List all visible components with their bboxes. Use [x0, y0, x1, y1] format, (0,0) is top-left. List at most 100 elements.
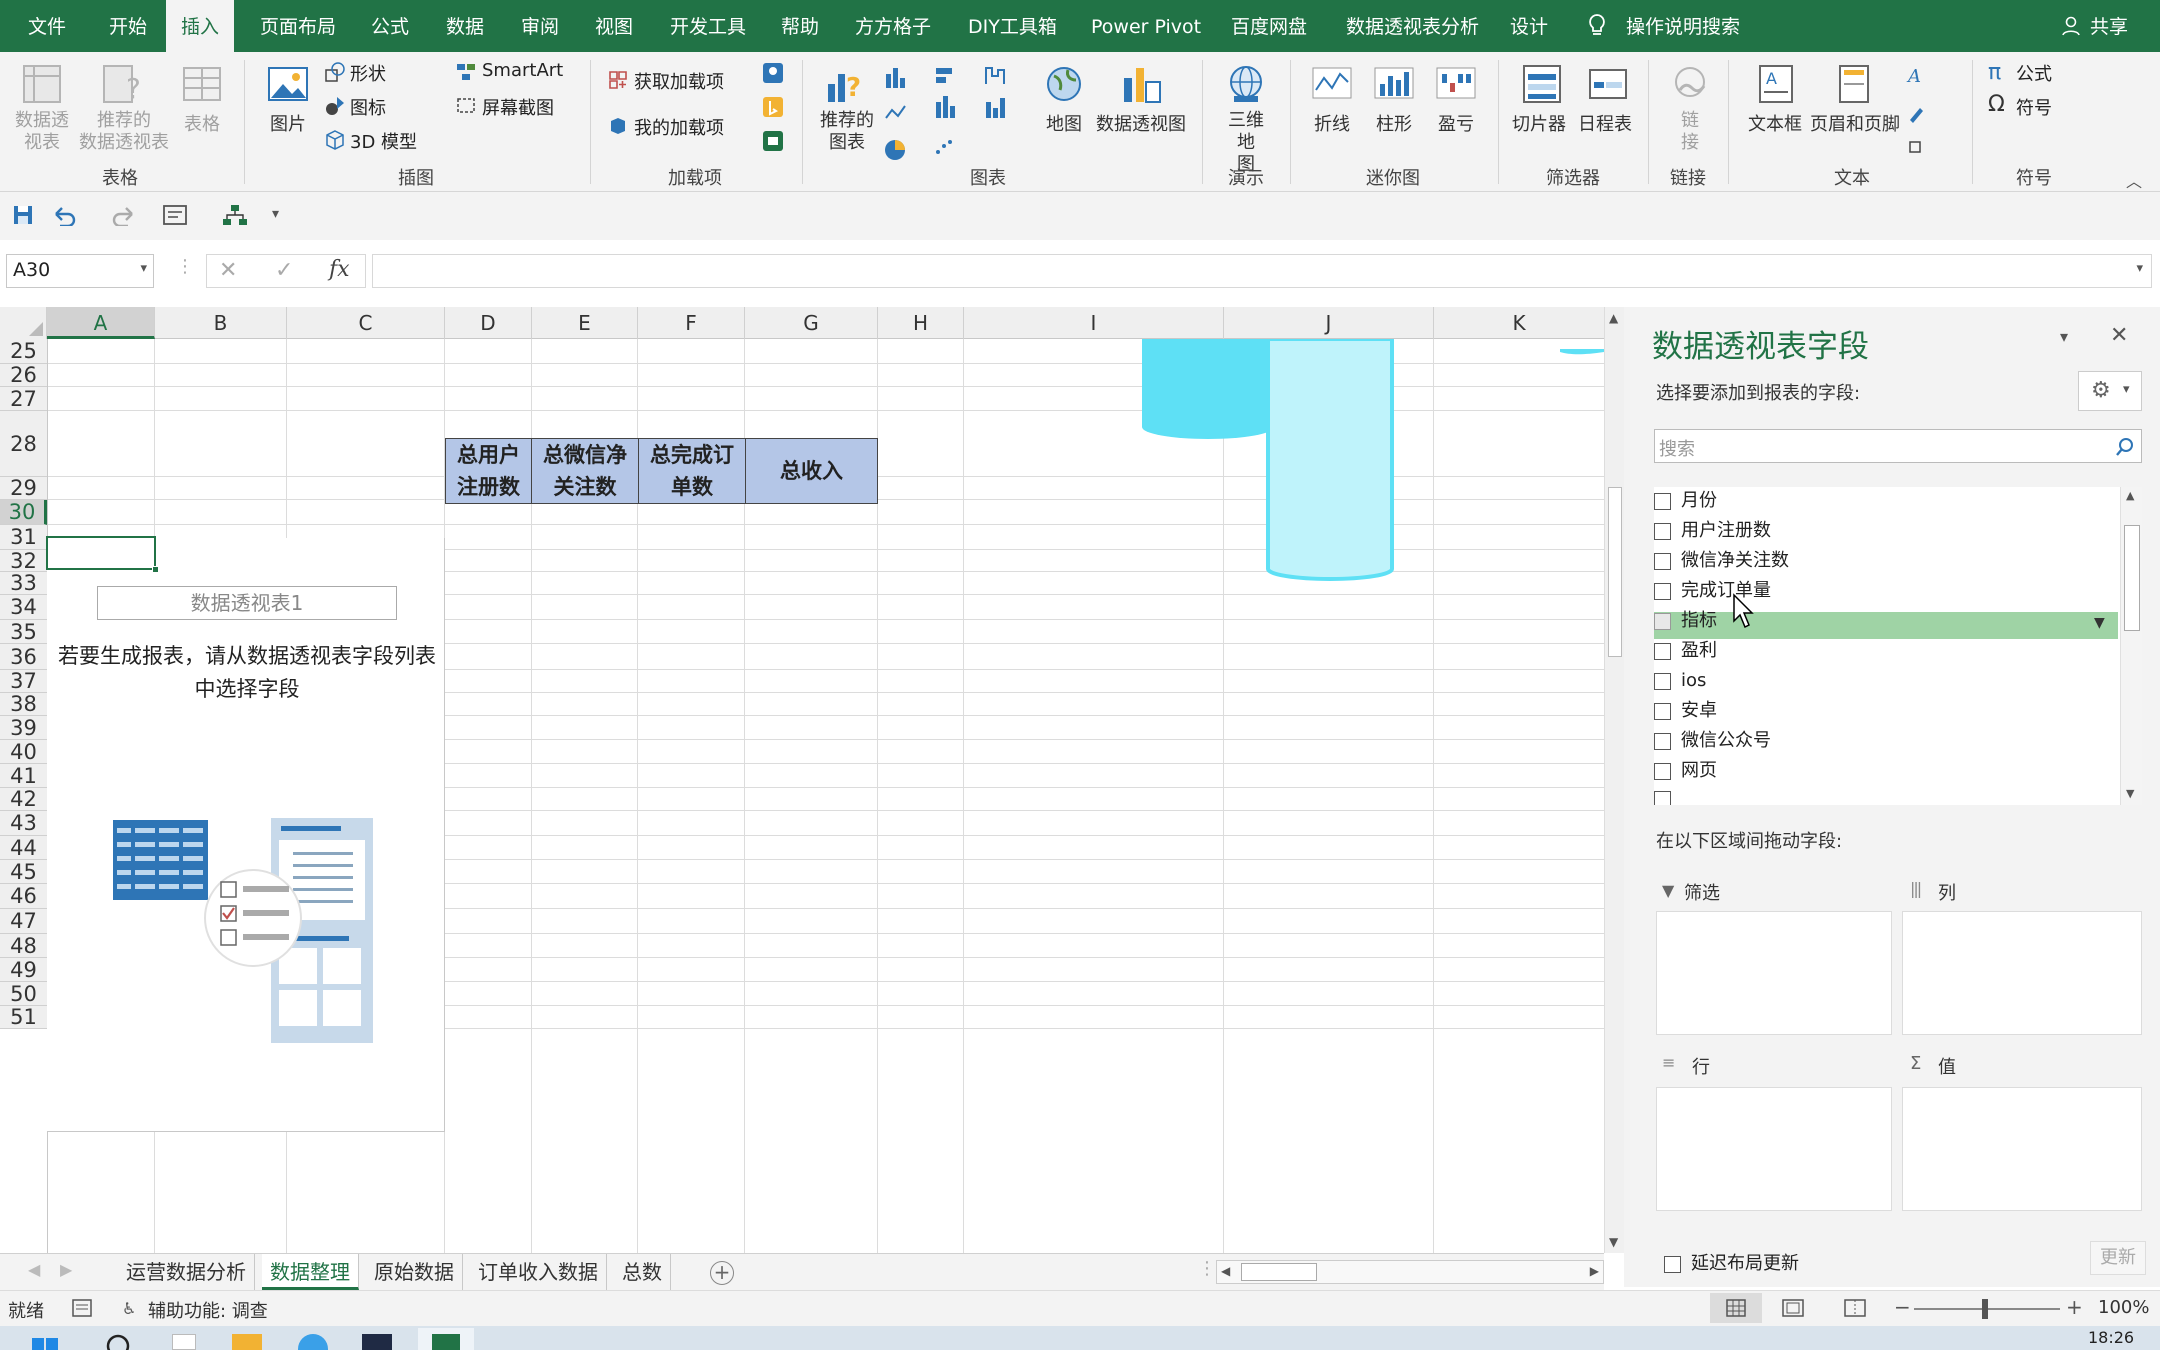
- smartart-button[interactable]: SmartArt: [482, 60, 563, 81]
- rows-zone[interactable]: [1656, 1087, 1892, 1211]
- checkbox[interactable]: [1654, 582, 1671, 600]
- vertical-scrollbar[interactable]: ▲ ▼: [1604, 307, 1624, 1253]
- tab-review[interactable]: 审阅: [519, 0, 561, 52]
- column-header-k[interactable]: K: [1434, 307, 1604, 339]
- row-header[interactable]: 44: [0, 836, 47, 860]
- tab-help[interactable]: 帮助: [779, 0, 821, 52]
- header-total-revenue[interactable]: 总收入: [745, 438, 878, 504]
- slicer-button[interactable]: 切片器: [1512, 110, 1566, 136]
- zoom-level[interactable]: 100%: [2098, 1297, 2149, 1318]
- cancel-icon[interactable]: ✕: [219, 258, 237, 283]
- tab-pivot-analyze[interactable]: 数据透视表分析: [1344, 0, 1481, 52]
- column-header-f[interactable]: F: [638, 307, 745, 339]
- row-header[interactable]: 41: [0, 764, 47, 788]
- scroll-right-icon[interactable]: ▶: [1590, 1264, 1599, 1278]
- values-zone[interactable]: [1902, 1087, 2142, 1211]
- column-header-g[interactable]: G: [745, 307, 878, 339]
- icons-button[interactable]: 图标: [350, 94, 386, 120]
- textbox-button[interactable]: 文本框: [1748, 110, 1802, 136]
- checkbox[interactable]: [1654, 732, 1671, 750]
- field-item-android[interactable]: 安卓: [1654, 697, 1717, 725]
- checkbox[interactable]: [1654, 672, 1671, 690]
- fill-handle[interactable]: [152, 566, 159, 573]
- link-button[interactable]: 链 接: [1680, 110, 1700, 154]
- name-box[interactable]: A30 ▾: [6, 254, 154, 288]
- scroll-up-icon[interactable]: ▲: [1609, 311, 1618, 325]
- row-header[interactable]: 47: [0, 909, 47, 934]
- tab-split-icon[interactable]: ⋮: [1198, 1258, 1216, 1279]
- status-accessibility[interactable]: 辅助功能: 调查: [148, 1297, 268, 1323]
- scroll-down-icon[interactable]: ▼: [1609, 1235, 1618, 1249]
- field-item-web[interactable]: 网页: [1654, 757, 1717, 785]
- field-item-month[interactable]: 月份: [1654, 487, 1717, 515]
- save-icon[interactable]: [12, 204, 34, 226]
- field-list-scrollbar[interactable]: ▲ ▼: [2120, 487, 2142, 805]
- add-sheet-icon[interactable]: +: [710, 1261, 734, 1285]
- row-header[interactable]: 25: [0, 339, 47, 364]
- row-header[interactable]: 38: [0, 693, 47, 716]
- sheet-tab-ops-analysis[interactable]: 运营数据分析: [118, 1254, 255, 1290]
- scroll-left-icon[interactable]: ◀: [1221, 1264, 1230, 1278]
- symbol-button[interactable]: 符号: [2016, 94, 2052, 120]
- get-addins-button[interactable]: 获取加载项: [634, 68, 724, 94]
- sheet-tab-order-revenue[interactable]: 订单收入数据: [470, 1254, 607, 1290]
- excel-taskbar-button[interactable]: [418, 1328, 474, 1350]
- formula-input[interactable]: ▾: [372, 254, 2152, 288]
- active-cell-a30[interactable]: [46, 536, 159, 573]
- update-button[interactable]: 更新: [2090, 1241, 2146, 1275]
- undo-icon[interactable]: [52, 204, 78, 228]
- tab-developer[interactable]: 开发工具: [668, 0, 748, 52]
- enter-icon[interactable]: ✓: [275, 258, 293, 283]
- checkbox[interactable]: [1654, 612, 1671, 630]
- row-header[interactable]: 40: [0, 740, 47, 764]
- tab-formulas[interactable]: 公式: [369, 0, 411, 52]
- screenshot-button[interactable]: 屏幕截图: [482, 94, 554, 120]
- defer-update-row[interactable]: 延迟布局更新: [1664, 1249, 1799, 1275]
- recommended-charts-button[interactable]: 推荐的 图表: [816, 110, 878, 154]
- page-break-view-icon[interactable]: [1844, 1299, 1866, 1317]
- field-search-input[interactable]: 搜索: [1654, 429, 2142, 463]
- sparkline-winloss-button[interactable]: 盈亏: [1438, 110, 1474, 136]
- close-icon[interactable]: ✕: [2110, 323, 2128, 348]
- normal-view-button[interactable]: [1710, 1293, 1762, 1323]
- select-all-corner[interactable]: [0, 307, 47, 339]
- row-header[interactable]: 48: [0, 934, 47, 958]
- columns-zone[interactable]: [1902, 911, 2142, 1035]
- checkbox[interactable]: [1654, 642, 1671, 660]
- checkbox[interactable]: [1654, 552, 1671, 570]
- shapes-button[interactable]: 形状: [350, 60, 386, 86]
- zoom-slider-thumb[interactable]: [1982, 1299, 1988, 1319]
- checkbox[interactable]: [1654, 702, 1671, 720]
- sheet-tab-totals[interactable]: 总数: [614, 1254, 671, 1290]
- hierarchy-icon[interactable]: [222, 204, 248, 226]
- my-addins-button[interactable]: 我的加载项: [634, 114, 724, 140]
- recommended-pivot-button[interactable]: 推荐的 数据透视表: [76, 110, 172, 154]
- tab-view[interactable]: 视图: [593, 0, 635, 52]
- macro-record-icon[interactable]: [72, 1299, 92, 1317]
- row-header[interactable]: 51: [0, 1006, 47, 1029]
- field-item-ios[interactable]: ios: [1654, 667, 1706, 695]
- row-header[interactable]: 33: [0, 572, 47, 595]
- search-taskbar-icon[interactable]: [104, 1332, 132, 1350]
- cylinder-shape-right[interactable]: [1264, 337, 1400, 585]
- vertical-scroll-thumb[interactable]: [1608, 487, 1622, 657]
- function-icon[interactable]: fx: [329, 257, 350, 282]
- row-header[interactable]: 32: [0, 550, 47, 572]
- row-header[interactable]: 34: [0, 595, 47, 620]
- row-header[interactable]: 35: [0, 620, 47, 644]
- equation-button[interactable]: 公式: [2016, 60, 2052, 86]
- sparkline-line-button[interactable]: 折线: [1314, 110, 1350, 136]
- qat-customize-icon[interactable]: ▾: [272, 206, 279, 222]
- horizontal-scroll-thumb[interactable]: [1241, 1263, 1317, 1281]
- tab-diy-toolbox[interactable]: DIY工具箱: [966, 0, 1059, 52]
- row-header[interactable]: 29: [0, 477, 47, 500]
- checkbox[interactable]: [1654, 492, 1671, 510]
- page-layout-view-icon[interactable]: [1782, 1299, 1804, 1317]
- header-total-wechat[interactable]: 总微信净 关注数: [531, 438, 639, 504]
- collapse-ribbon-icon[interactable]: ︿: [2126, 168, 2142, 192]
- pivot-table-placeholder[interactable]: 数据透视表1 若要生成报表，请从数据透视表字段列表中选择字段: [47, 538, 445, 1132]
- tab-design[interactable]: 设计: [1508, 0, 1550, 52]
- checkbox[interactable]: [1654, 522, 1671, 540]
- field-dropdown-icon[interactable]: ▼: [2094, 615, 2105, 631]
- row-header[interactable]: 45: [0, 860, 47, 884]
